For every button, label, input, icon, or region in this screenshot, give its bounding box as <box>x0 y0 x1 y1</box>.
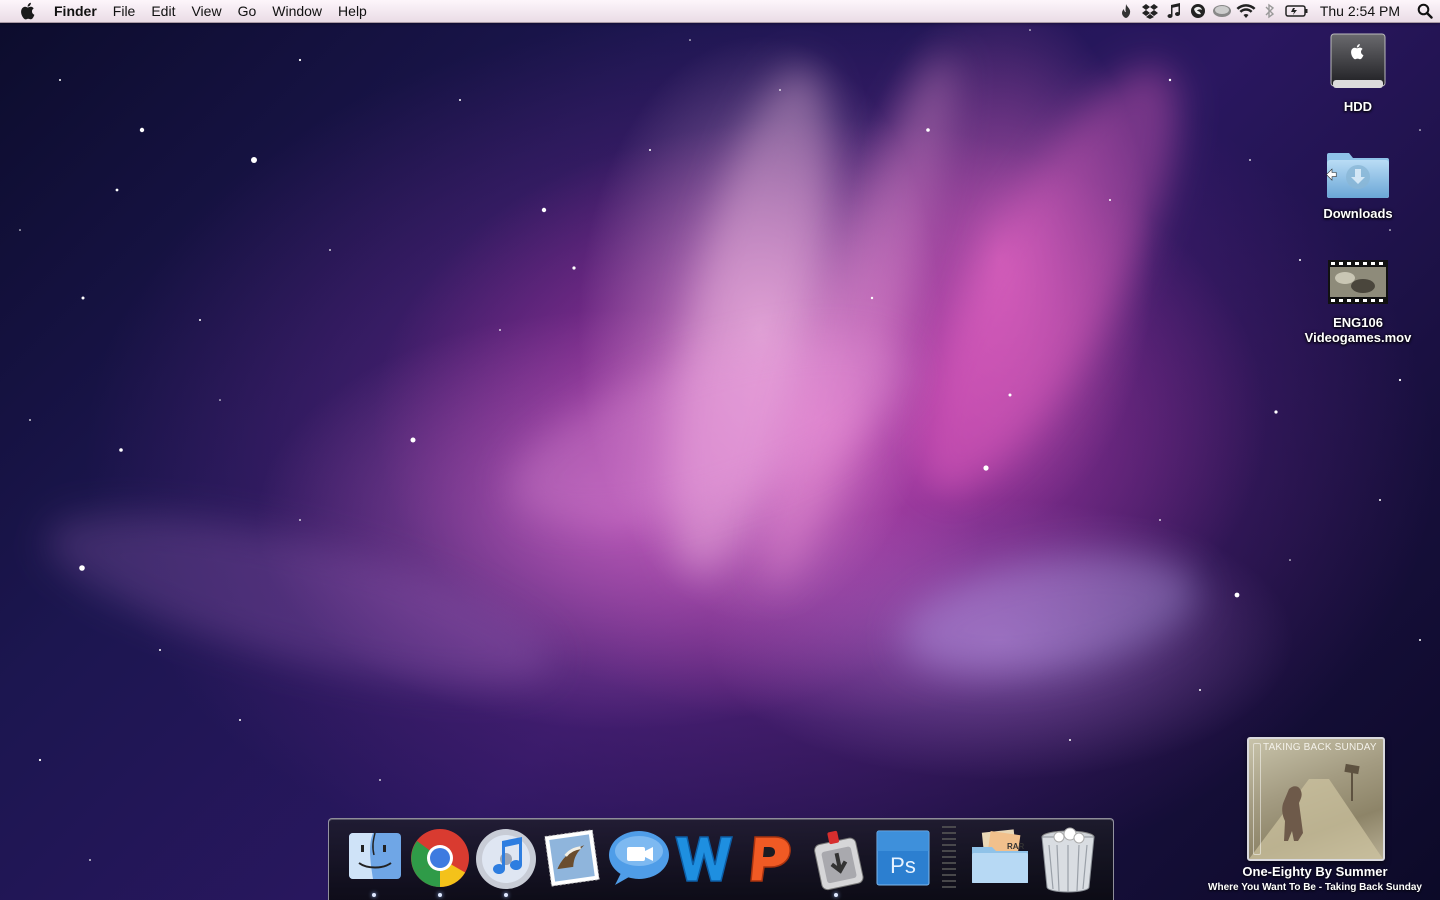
dock-item-word[interactable] <box>673 827 733 891</box>
dock-item-itunes[interactable] <box>474 827 536 891</box>
dock-item-transmission[interactable] <box>807 827 867 891</box>
now-playing-album-art[interactable]: TAKING BACK SUNDAY <box>1247 737 1385 861</box>
powerpoint-icon <box>750 836 791 882</box>
menu-edit[interactable]: Edit <box>143 0 183 22</box>
menu-help[interactable]: Help <box>330 0 375 22</box>
desktop-icon-eng106-video[interactable]: ENG106 Videogames.mov <box>1293 256 1423 345</box>
trash-icon <box>1041 827 1095 893</box>
battery-icon[interactable] <box>1282 0 1312 22</box>
dock-item-ichat[interactable] <box>607 827 669 891</box>
transmission-icon <box>814 830 864 891</box>
running-indicator-chrome <box>438 893 442 897</box>
growl-icon[interactable] <box>1186 0 1210 22</box>
status-menu-area: Thu 2:54 PM <box>1114 0 1440 22</box>
running-indicator-finder <box>372 893 376 897</box>
album-art-image <box>1249 763 1383 859</box>
now-playing-track-subtitle: Where You Want To Be - Taking Back Sunda… <box>1208 882 1422 893</box>
starfield <box>19 29 1421 861</box>
chrome-icon <box>411 829 469 887</box>
disk-icon[interactable] <box>1210 0 1234 22</box>
menu-app-finder[interactable]: Finder <box>54 0 105 22</box>
desktop-icon-hdd[interactable]: HDD <box>1293 30 1423 114</box>
dock-item-trash[interactable] <box>1037 827 1097 893</box>
menu-go[interactable]: Go <box>230 0 265 22</box>
dock-item-mail[interactable] <box>542 827 602 891</box>
menu-view[interactable]: View <box>183 0 229 22</box>
desktop-icon-downloads[interactable]: Downloads <box>1293 145 1423 221</box>
ichat-icon <box>609 831 669 885</box>
music-note-icon[interactable] <box>1162 0 1186 22</box>
dropbox-icon[interactable] <box>1138 0 1162 22</box>
desktop-icon-label: HDD <box>1343 99 1373 114</box>
dock-item-downloads-stack[interactable]: RAR <box>969 827 1029 891</box>
now-playing-track-title: One-Eighty By Summer <box>1242 864 1388 879</box>
running-indicator-transmission <box>834 893 838 897</box>
finder-icon <box>349 832 401 879</box>
apple-menu[interactable] <box>0 0 54 22</box>
dock: Ps RAR <box>328 818 1114 900</box>
dock-item-finder[interactable] <box>345 827 405 891</box>
photoshop-icon: Ps <box>876 830 930 886</box>
menu-window[interactable]: Window <box>264 0 330 22</box>
desktop-icon-label: Downloads <box>1323 206 1393 221</box>
word-icon <box>675 836 733 882</box>
stack-folder-icon: RAR <box>972 829 1028 883</box>
movie-file-icon <box>1328 260 1388 304</box>
svg-text:Ps: Ps <box>890 853 916 878</box>
menu-bar: Finder File Edit View Go Window Help Thu… <box>0 0 1440 23</box>
dock-separator <box>942 826 956 888</box>
dock-item-photoshop[interactable]: Ps <box>873 827 933 891</box>
desktop-icon-label-line1: ENG106 <box>1333 315 1383 330</box>
mail-icon <box>544 829 600 887</box>
flame-icon[interactable] <box>1114 0 1138 22</box>
wifi-icon[interactable] <box>1234 0 1258 22</box>
apple-logo-icon <box>21 2 35 20</box>
menu-clock[interactable]: Thu 2:54 PM <box>1312 3 1410 19</box>
spotlight-search-icon[interactable] <box>1410 0 1440 22</box>
dock-item-powerpoint[interactable] <box>741 827 801 891</box>
menu-file[interactable]: File <box>105 0 144 22</box>
desktop-icon-label-line2: Videogames.mov <box>1304 330 1412 345</box>
running-indicator-itunes <box>504 893 508 897</box>
itunes-icon <box>476 829 536 889</box>
hard-drive-icon <box>1330 33 1386 88</box>
bluetooth-icon[interactable] <box>1258 0 1282 22</box>
dock-item-chrome[interactable] <box>409 827 469 891</box>
desktop-wallpaper <box>0 0 1440 900</box>
svg-text:RAR: RAR <box>1007 842 1025 851</box>
downloads-folder-icon <box>1326 153 1389 198</box>
